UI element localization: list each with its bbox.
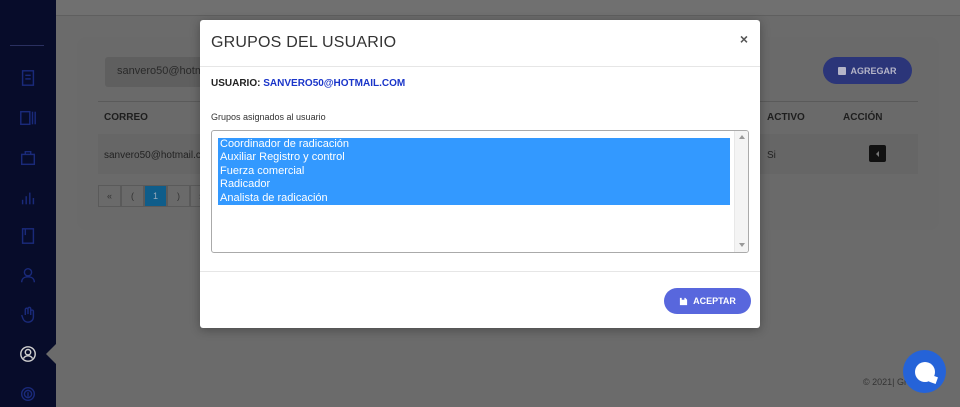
row-active: Si <box>767 150 776 161</box>
list-icon[interactable] <box>18 68 38 88</box>
group-option[interactable]: Analista de radicación <box>218 191 730 205</box>
book-icon[interactable] <box>18 226 38 246</box>
scroll-down-icon[interactable] <box>739 243 745 247</box>
chat-button[interactable] <box>903 350 946 393</box>
sidebar-divider <box>10 45 44 46</box>
plus-icon <box>838 66 847 75</box>
page-current[interactable]: 1 <box>144 185 167 207</box>
column-header-correo: CORREO <box>104 112 148 123</box>
add-button[interactable]: AGREGAR <box>823 57 912 84</box>
user-icon[interactable] <box>18 265 38 285</box>
page-prev[interactable]: ( <box>121 185 144 207</box>
modal-footer-divider <box>200 271 760 272</box>
save-icon <box>679 297 688 305</box>
chat-icon <box>914 361 935 382</box>
fingerprint-icon[interactable] <box>18 384 38 404</box>
modal-header: GRUPOS DEL USUARIO × <box>200 20 760 67</box>
row-email: sanvero50@hotmail.c <box>104 150 201 161</box>
footer-text: © 2021| Gr <box>863 377 907 387</box>
columns-icon[interactable] <box>18 108 38 128</box>
group-option[interactable]: Auxiliar Registro y control <box>218 151 730 165</box>
sidebar <box>0 0 56 407</box>
groups-label: Grupos asignados al usuario <box>211 112 326 122</box>
accept-button-label: ACEPTAR <box>693 296 736 306</box>
briefcase-icon[interactable] <box>18 148 38 168</box>
close-icon[interactable]: × <box>740 31 748 47</box>
groups-modal: GRUPOS DEL USUARIO × USUARIO: SANVERO50@… <box>200 20 760 328</box>
group-option[interactable]: Coordinador de radicación <box>218 138 730 152</box>
user-value: SANVERO50@HOTMAIL.COM <box>263 78 406 89</box>
groups-list: Coordinador de radicación Auxiliar Regis… <box>218 138 730 205</box>
group-option[interactable]: Radicador <box>218 178 730 192</box>
user-circle-icon[interactable] <box>18 344 38 364</box>
user-line: USUARIO: SANVERO50@HOTMAIL.COM <box>211 78 405 89</box>
scroll-up-icon[interactable] <box>739 135 745 139</box>
modal-title: GRUPOS DEL USUARIO <box>211 34 397 51</box>
page-next[interactable]: ) <box>167 185 190 207</box>
listbox-scrollbar[interactable] <box>734 131 748 252</box>
column-header-activo: ACTIVO <box>767 112 805 123</box>
bar-chart-icon[interactable] <box>18 188 38 208</box>
accept-button[interactable]: ACEPTAR <box>664 288 751 314</box>
user-label: USUARIO: <box>211 78 261 89</box>
search-input[interactable]: sanvero50@hotm <box>105 57 215 87</box>
column-header-accion: ACCIÓN <box>843 112 883 123</box>
groups-listbox[interactable]: Coordinador de radicación Auxiliar Regis… <box>211 130 749 253</box>
add-button-label: AGREGAR <box>850 65 897 76</box>
group-option[interactable]: Fuerza comercial <box>218 164 730 179</box>
pagination: « ( 1 ) » <box>98 185 213 207</box>
topbar <box>56 0 960 16</box>
row-action-button[interactable] <box>869 145 886 162</box>
page-first[interactable]: « <box>98 185 121 207</box>
active-indicator <box>46 344 56 364</box>
hand-icon[interactable] <box>18 305 38 325</box>
